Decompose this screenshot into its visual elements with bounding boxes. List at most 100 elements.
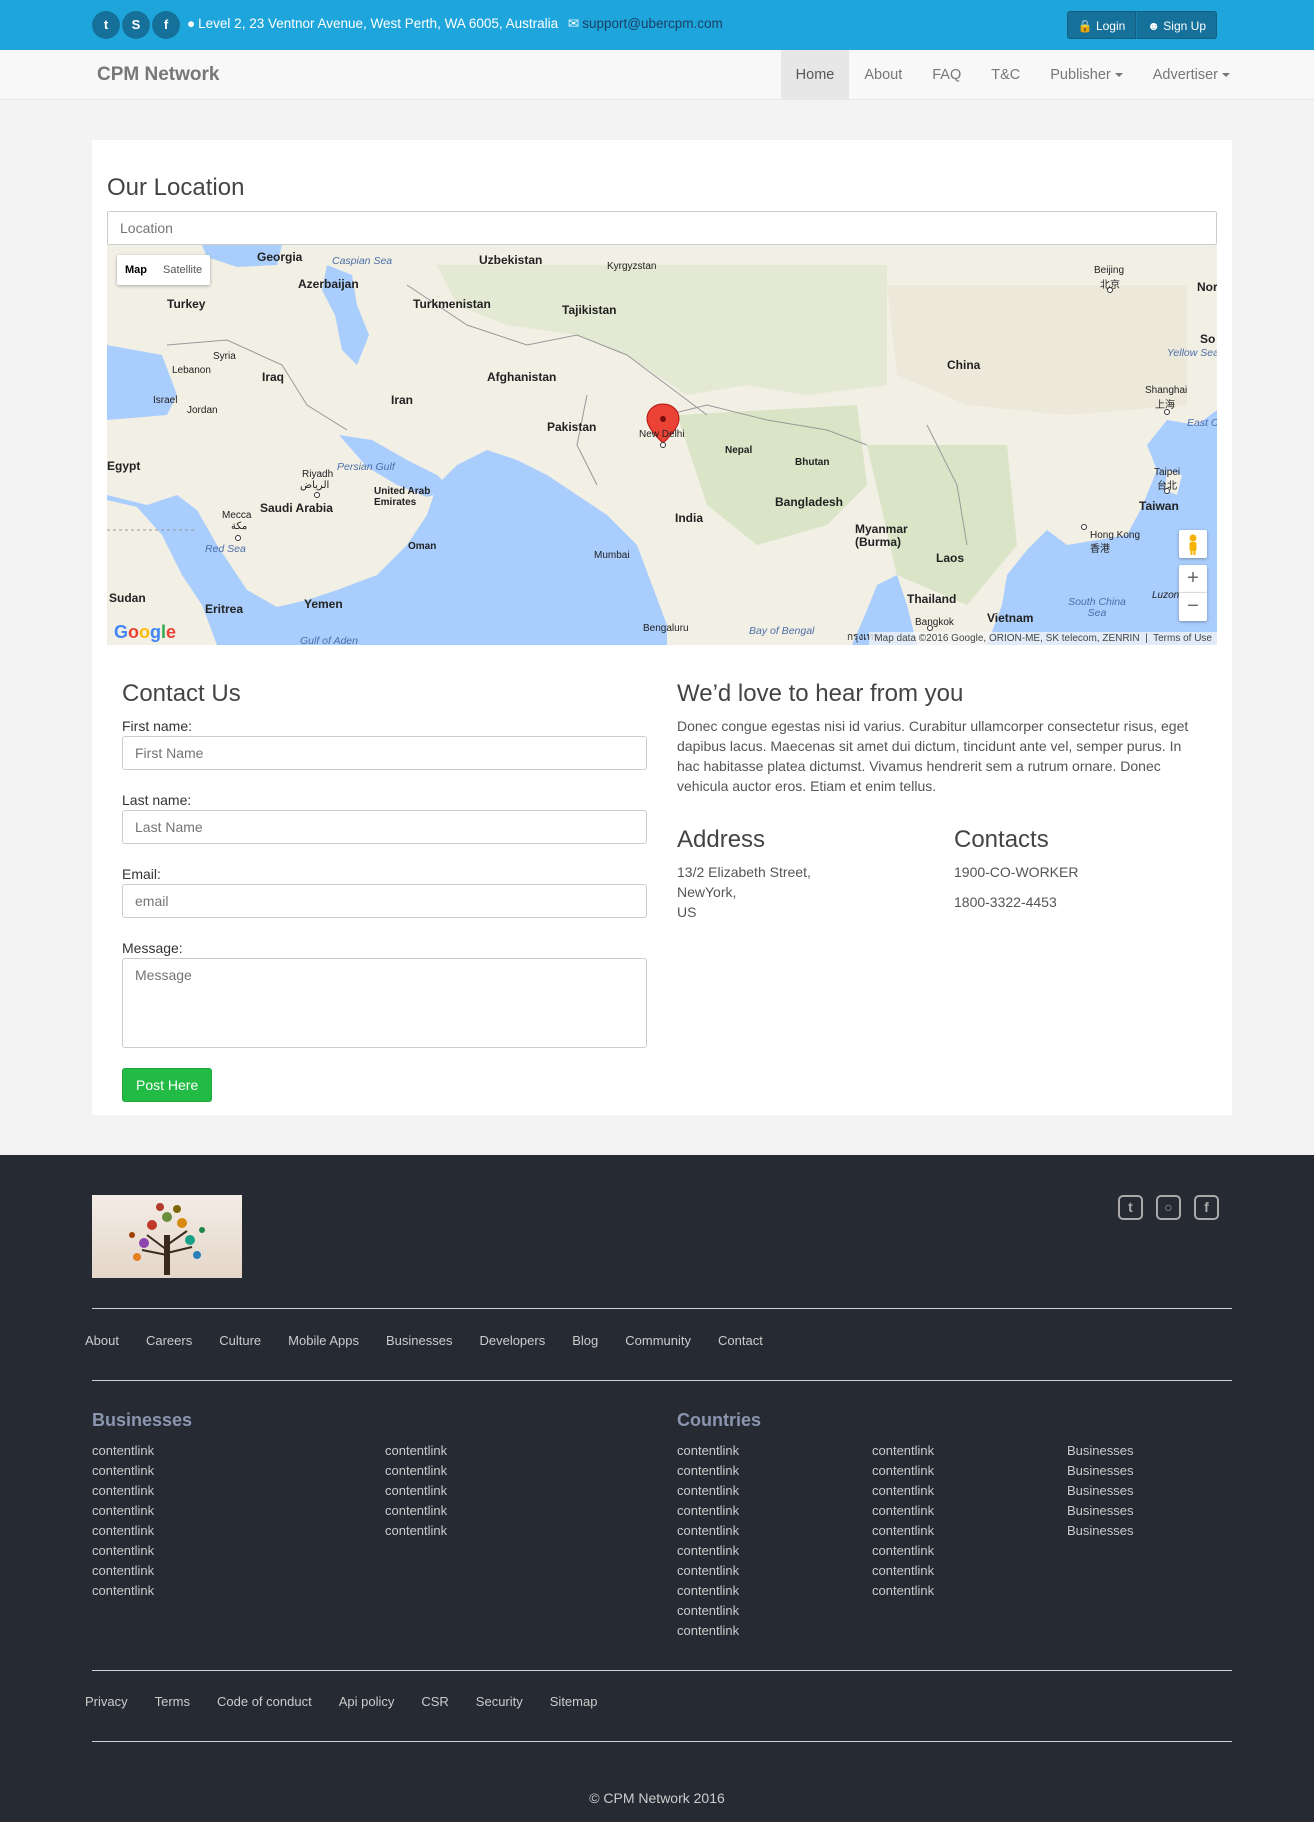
footer-content-link[interactable]: contentlink [677, 1521, 739, 1541]
skype-icon[interactable]: S [122, 11, 150, 39]
zoom-in-button[interactable]: + [1179, 565, 1207, 593]
footer-content-link[interactable]: contentlink [92, 1481, 154, 1501]
map-label: India [675, 511, 704, 525]
footer-content-link[interactable]: Businesses [1067, 1461, 1133, 1481]
footer-link-businesses[interactable]: Businesses [386, 1333, 452, 1348]
message-textarea[interactable] [122, 958, 647, 1048]
map-label: Yemen [304, 597, 343, 611]
footer-link-contact[interactable]: Contact [718, 1333, 763, 1348]
nav-advertiser-dropdown[interactable]: Advertiser [1138, 50, 1245, 100]
footer-content-link[interactable]: Businesses [1067, 1481, 1133, 1501]
nav-about[interactable]: About [849, 50, 917, 100]
footer-content-link[interactable]: contentlink [872, 1441, 934, 1461]
footer-link-csr[interactable]: CSR [421, 1694, 448, 1709]
login-button[interactable]: 🔒 Login [1066, 11, 1137, 39]
brand[interactable]: CPM Network [97, 64, 219, 86]
footer-link-developers[interactable]: Developers [479, 1333, 545, 1348]
map-label: 上海 [1155, 400, 1175, 411]
footer-content-link[interactable]: contentlink [92, 1461, 154, 1481]
footer-link-code-of-conduct[interactable]: Code of conduct [217, 1694, 312, 1709]
map-type-satellite-button[interactable]: Satellite [155, 255, 210, 285]
map-type-map-button[interactable]: Map [117, 255, 155, 285]
post-button[interactable]: Post Here [122, 1068, 213, 1102]
nav-menu: Home About FAQ T&C Publisher Advertiser [780, 50, 1245, 100]
google-map[interactable]: Georgia Caspian Sea Uzbekistan Kyrgyzsta… [107, 245, 1217, 645]
hear-text: Donec congue egestas nisi id varius. Cur… [677, 718, 1189, 794]
email-input[interactable] [122, 884, 647, 918]
nav-faq[interactable]: FAQ [917, 50, 976, 100]
footer-link-blog[interactable]: Blog [572, 1333, 598, 1348]
twitter-icon[interactable]: t [92, 11, 120, 39]
instagram-icon[interactable]: ○ [1156, 1195, 1181, 1220]
facebook-icon[interactable]: f [1194, 1195, 1219, 1220]
footer-link-culture[interactable]: Culture [219, 1333, 261, 1348]
footer-link-api-policy[interactable]: Api policy [339, 1694, 395, 1709]
map-label: So [1200, 332, 1216, 346]
footer-content-link[interactable]: contentlink [872, 1541, 934, 1561]
nav-publisher-dropdown[interactable]: Publisher [1035, 50, 1137, 100]
map-terms-link[interactable]: Terms of Use [1153, 633, 1212, 644]
footer-content-link[interactable]: contentlink [872, 1501, 934, 1521]
first-name-input[interactable] [122, 736, 647, 770]
footer-content-link[interactable]: contentlink [677, 1501, 739, 1521]
footer-content-link[interactable]: Businesses [1067, 1521, 1133, 1541]
footer-link-careers[interactable]: Careers [146, 1333, 192, 1348]
footer-content-link[interactable]: contentlink [385, 1501, 447, 1521]
footer-content-link[interactable]: Businesses [1067, 1501, 1133, 1521]
nav-home[interactable]: Home [780, 50, 850, 100]
footer-content-link[interactable]: contentlink [677, 1461, 739, 1481]
nav-tc[interactable]: T&C [976, 50, 1035, 100]
footer-links: About Careers Culture Mobile Apps Busine… [85, 1333, 763, 1348]
footer-link-community[interactable]: Community [625, 1333, 691, 1348]
footer-content-link[interactable]: contentlink [385, 1461, 447, 1481]
map-label: Iran [391, 393, 414, 407]
footer-content-link[interactable]: contentlink [872, 1521, 934, 1541]
location-title: Our Location [107, 174, 245, 201]
footer-content-link[interactable]: contentlink [92, 1441, 154, 1461]
footer-content-link[interactable]: contentlink [677, 1601, 739, 1621]
footer-link-mobile-apps[interactable]: Mobile Apps [288, 1333, 359, 1348]
address-title: Address [677, 826, 766, 853]
footer-bottom-links: Privacy Terms Code of conduct Api policy… [85, 1694, 597, 1709]
footer-content-link[interactable]: contentlink [385, 1481, 447, 1501]
location-input[interactable] [107, 211, 1217, 245]
footer-content-link[interactable]: contentlink [872, 1561, 934, 1581]
facebook-icon[interactable]: f [152, 11, 180, 39]
footer-content-link[interactable]: contentlink [92, 1501, 154, 1521]
footer-content-link[interactable]: contentlink [92, 1581, 154, 1601]
footer-content-link[interactable]: contentlink [92, 1541, 154, 1561]
footer-content-link[interactable]: contentlink [677, 1621, 739, 1641]
footer-link-terms[interactable]: Terms [155, 1694, 190, 1709]
footer-content-link[interactable]: contentlink [385, 1441, 447, 1461]
footer-content-link[interactable]: contentlink [872, 1481, 934, 1501]
footer-content-link[interactable]: contentlink [677, 1581, 739, 1601]
footer-content-link[interactable]: contentlink [677, 1541, 739, 1561]
footer-content-link[interactable]: contentlink [677, 1441, 739, 1461]
twitter-icon[interactable]: t [1118, 1195, 1143, 1220]
hear-title: We’d love to hear from you [677, 680, 964, 707]
countries-col-2: contentlink contentlink contentlink cont… [872, 1441, 934, 1601]
footer-content-link[interactable]: contentlink [92, 1521, 154, 1541]
footer-divider [92, 1308, 1232, 1309]
footer-content-link[interactable]: contentlink [677, 1481, 739, 1501]
pegman-icon[interactable] [1179, 530, 1207, 558]
footer-content-link[interactable]: contentlink [92, 1561, 154, 1581]
footer-content-link[interactable]: contentlink [385, 1521, 447, 1541]
footer-link-about[interactable]: About [85, 1333, 119, 1348]
navbar: CPM Network Home About FAQ T&C Publisher… [0, 50, 1314, 100]
footer-content-link[interactable]: contentlink [677, 1561, 739, 1581]
footer-content-link[interactable]: Businesses [1067, 1441, 1133, 1461]
footer-content-link[interactable]: contentlink [872, 1581, 934, 1601]
footer-link-privacy[interactable]: Privacy [85, 1694, 128, 1709]
top-email-link[interactable]: support@ubercpm.com [582, 16, 723, 31]
map-label: Bangkok [915, 617, 954, 628]
footer-link-sitemap[interactable]: Sitemap [550, 1694, 598, 1709]
footer-link-security[interactable]: Security [476, 1694, 523, 1709]
last-name-input[interactable] [122, 810, 647, 844]
zoom-out-button[interactable]: − [1179, 593, 1207, 621]
footer-content-link[interactable]: contentlink [872, 1461, 934, 1481]
signup-button[interactable]: ☻ Sign Up [1136, 11, 1217, 39]
lock-icon: 🔒 [1077, 19, 1093, 33]
map-label: Mecca [222, 510, 252, 521]
footer-logo[interactable] [92, 1195, 242, 1278]
